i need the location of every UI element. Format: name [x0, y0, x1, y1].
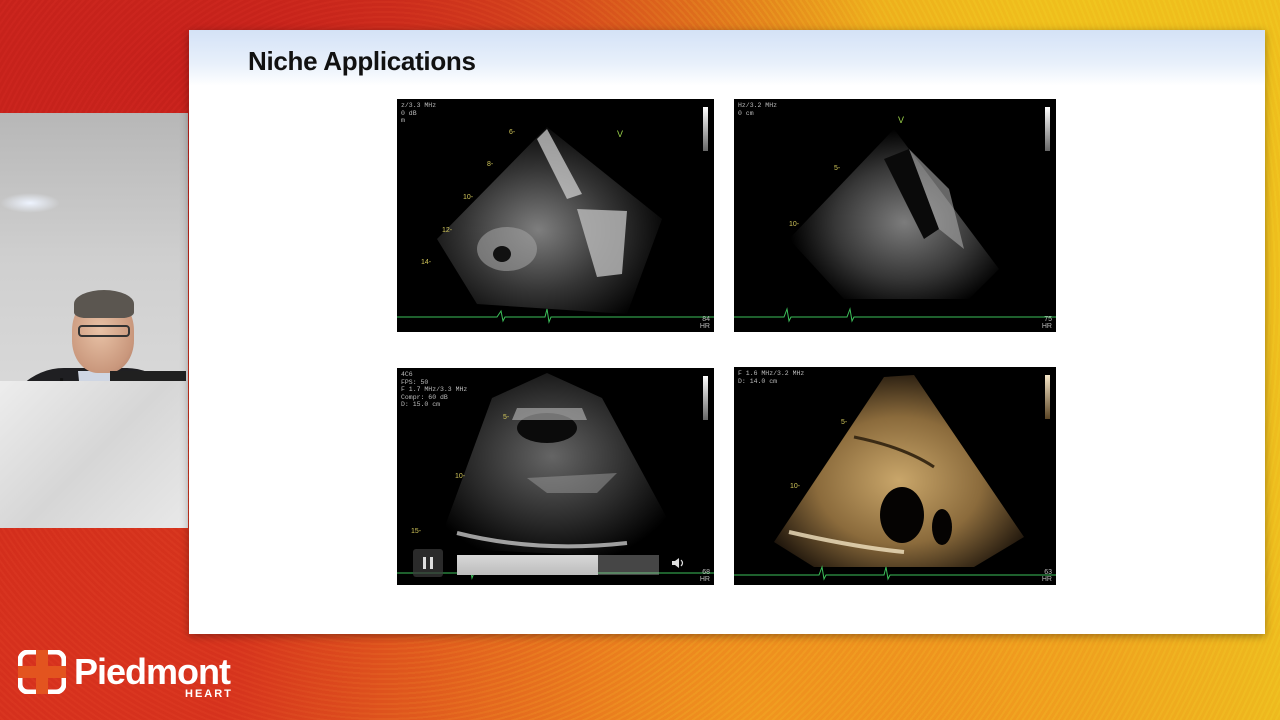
speaker-video [0, 113, 188, 528]
speaker-hair [74, 290, 134, 318]
logo-sub: HEART [185, 688, 233, 700]
grayscale-bar-3 [703, 376, 708, 420]
depth-mark: 10- [463, 194, 474, 201]
echo-image-2 [734, 129, 1056, 323]
depth-mark: 10- [790, 483, 801, 490]
depth-mark: 5- [834, 165, 841, 172]
depth-mark: 6- [509, 129, 516, 136]
wall-light [0, 193, 60, 213]
sepia-scale-bar-4 [1045, 375, 1050, 419]
echo-params-3: 4C6 FPS: 50 F 1.7 MHz/3.3 MHz Compr: 60 … [401, 371, 468, 408]
grayscale-bar-2 [1045, 107, 1050, 151]
depth-mark: 15- [411, 528, 422, 535]
podium [0, 381, 188, 528]
seek-bar[interactable] [457, 555, 659, 575]
pause-button[interactable] [413, 549, 443, 577]
echo-panel-3: 4C6 FPS: 50 F 1.7 MHz/3.3 MHz Compr: 60 … [397, 368, 714, 585]
echo-params-4: F 1.6 MHz/3.2 MHz D: 14.0 cm [738, 370, 805, 385]
echo-panel-4: F 1.6 MHz/3.2 MHz D: 14.0 cm 5- 10- 63 HR [734, 367, 1056, 585]
piedmont-logo-icon [18, 650, 66, 694]
echo-panel-2: Hz/3.2 MHz 0 cm V 5- 10- 75 HR [734, 99, 1056, 332]
heart-rate-2: 75 HR [1041, 316, 1052, 330]
video-controls [413, 549, 693, 577]
heart-rate-1: 84 HR [699, 316, 710, 330]
volume-icon[interactable] [671, 557, 685, 569]
orientation-marker-1: V [617, 129, 624, 139]
echo-params-1: z/3.3 MHz 0 dB m [401, 102, 437, 124]
echo-image-4 [734, 375, 1056, 581]
speaker-glasses [78, 325, 130, 337]
depth-mark: 8- [487, 161, 494, 168]
echo-image-1 [397, 127, 714, 324]
echo-params-2: Hz/3.2 MHz 0 cm [738, 102, 778, 117]
grayscale-bar-1 [703, 107, 708, 151]
depth-mark: 14- [421, 259, 432, 266]
slide-title: Niche Applications [248, 46, 476, 76]
depth-mark: 10- [455, 473, 466, 480]
presentation-slide: Niche Applications z/3.3 MHz 0 dB m V 6-… [189, 30, 1265, 634]
orientation-marker-2: V [898, 115, 905, 125]
seek-bar-progress [457, 555, 599, 575]
depth-mark: 10- [789, 221, 800, 228]
depth-mark: 5- [841, 419, 848, 426]
laptop [110, 371, 186, 381]
heart-rate-3: 68 HR [699, 569, 710, 583]
heart-rate-4: 63 HR [1041, 569, 1052, 583]
logo-name: Piedmont [74, 651, 231, 692]
depth-mark: 5- [503, 414, 510, 421]
echo-panel-1: z/3.3 MHz 0 dB m V 6- 8- 10- 12- 14- 84 H… [397, 99, 714, 332]
pause-icon [423, 557, 433, 569]
depth-mark: 12- [442, 227, 453, 234]
